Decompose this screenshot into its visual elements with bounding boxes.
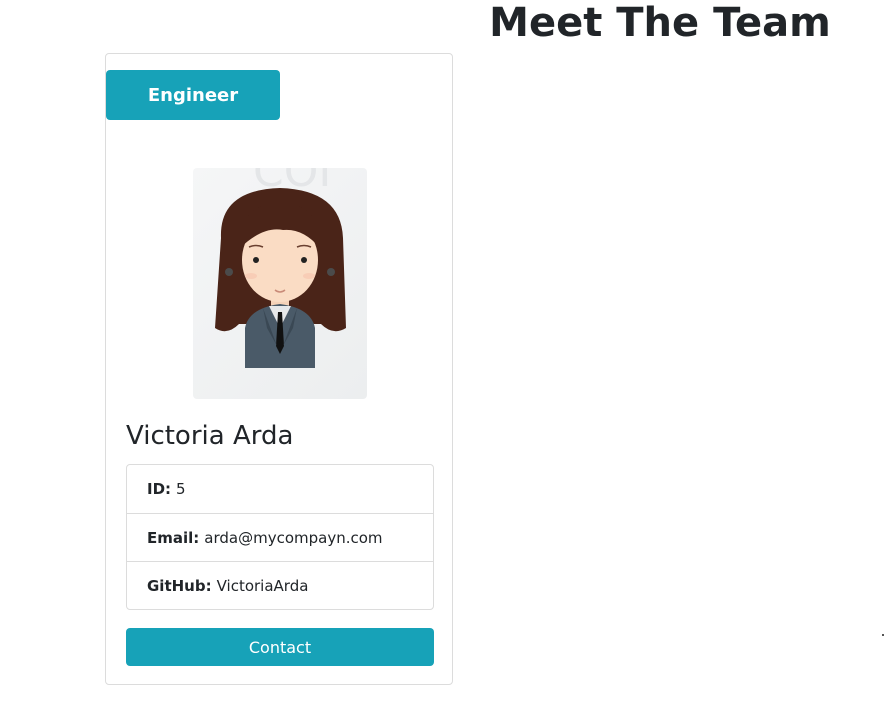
contact-button[interactable]: Contact [126,628,434,666]
detail-row-id: ID: 5 [127,465,433,513]
avatar: COI [193,168,367,399]
email-link[interactable]: arda@mycompayn.com [204,529,382,547]
member-card: Engineer COI Victoria Arda ID: 5 Email: … [105,53,453,685]
github-link[interactable]: VictoriaArda [217,577,309,595]
stray-dot [882,634,884,636]
team-page: Meet The Team Engineer COI Victoria Arda… [0,0,885,717]
member-details-list: ID: 5 Email: arda@mycompayn.com GitHub: … [126,464,434,610]
detail-row-email: Email: arda@mycompayn.com [127,513,433,561]
detail-label-id: ID: [147,480,172,498]
detail-value-id: 5 [176,480,186,498]
role-badge: Engineer [106,70,280,120]
detail-label-email: Email: [147,528,200,547]
detail-label-github: GitHub: [147,576,212,595]
detail-row-github: GitHub: VictoriaArda [127,561,433,609]
member-name: Victoria Arda [126,421,294,451]
female-engineer-avatar-icon: COI [215,168,346,368]
page-title: Meet The Team [489,0,831,46]
